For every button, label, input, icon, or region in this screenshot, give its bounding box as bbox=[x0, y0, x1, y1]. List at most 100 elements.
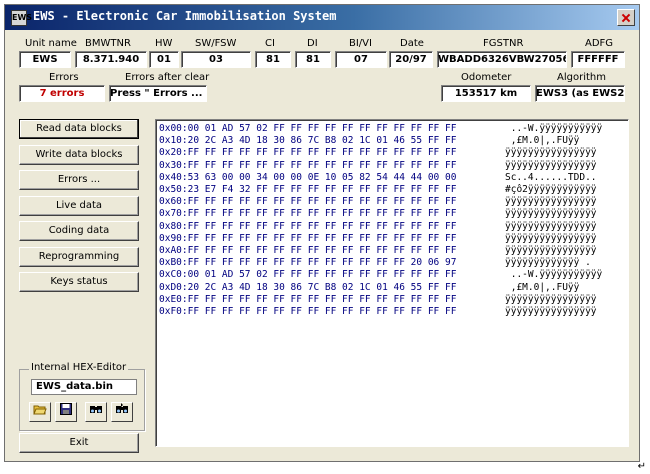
read-data-blocks-button[interactable]: Read data blocks bbox=[19, 119, 139, 139]
label-algorithm: Algorithm bbox=[557, 72, 606, 83]
hex-bytes[interactable]: FF FF FF FF FF FF FF FF FF FF FF FF FF F… bbox=[188, 208, 457, 219]
hex-ascii: ÿÿÿÿÿÿÿÿÿÿÿÿÿÿÿÿ bbox=[505, 196, 597, 208]
hex-bytes[interactable]: FF FF FF FF FF FF FF FF FF FF FF FF FF F… bbox=[188, 160, 457, 171]
find-icon[interactable] bbox=[85, 402, 107, 422]
label-date: Date bbox=[400, 38, 424, 49]
app-icon: EWS bbox=[11, 10, 32, 26]
write-data-blocks-button[interactable]: Write data blocks bbox=[19, 145, 139, 165]
hex-ascii: ÿÿÿÿÿÿÿÿÿÿÿÿÿÿÿÿ bbox=[505, 232, 597, 244]
hex-bytes[interactable]: 00 01 AD 57 02 FF FF FF FF FF FF FF FF F… bbox=[188, 269, 457, 280]
hex-ascii: #çô2ÿÿÿÿÿÿÿÿÿÿÿÿ bbox=[505, 184, 597, 195]
main-window: EWS EWS - Electronic Car Immobilisation … bbox=[4, 4, 640, 462]
hex-ascii: ÿÿÿÿÿÿÿÿÿÿÿÿÿ . bbox=[505, 257, 591, 269]
bi-vi-field: 07 bbox=[335, 51, 387, 68]
hex-address: 0xF0: bbox=[159, 306, 188, 317]
errors-after-clear-field: Press " Errors ... " bbox=[109, 85, 207, 102]
live-data-button[interactable]: Live data bbox=[19, 196, 139, 216]
reprogramming-button[interactable]: Reprogramming bbox=[19, 247, 139, 267]
hex-bytes[interactable]: FF FF FF FF FF FF FF FF FF FF FF FF FF F… bbox=[188, 147, 457, 158]
label-bi-vi: BI/VI bbox=[349, 38, 372, 49]
hex-row[interactable]: 0x30:FF FF FF FF FF FF FF FF FF FF FF FF… bbox=[159, 160, 625, 172]
filename-field[interactable]: EWS_data.bin bbox=[31, 379, 137, 395]
hex-bytes[interactable]: FF FF FF FF FF FF FF FF FF FF FF FF FF F… bbox=[188, 196, 457, 207]
coding-data-button[interactable]: Coding data bbox=[19, 221, 139, 241]
hex-row[interactable]: 0x20:FF FF FF FF FF FF FF FF FF FF FF FF… bbox=[159, 147, 625, 159]
hex-bytes[interactable]: FF FF FF FF FF FF FF FF FF FF FF FF FF F… bbox=[188, 221, 457, 232]
label-adfg: ADFG bbox=[585, 38, 614, 49]
hex-row[interactable]: 0xD0:20 2C A3 4D 18 30 86 7C B8 02 1C 01… bbox=[159, 282, 625, 294]
hex-ascii: ÿÿÿÿÿÿÿÿÿÿÿÿÿÿÿÿ bbox=[505, 208, 597, 220]
hex-row[interactable]: 0x60:FF FF FF FF FF FF FF FF FF FF FF FF… bbox=[159, 196, 625, 208]
hex-ascii: Sc..4......TDD.. bbox=[505, 171, 597, 183]
hex-ascii: ÿÿÿÿÿÿÿÿÿÿÿÿÿÿÿÿ bbox=[505, 220, 597, 232]
hex-bytes[interactable]: FF FF FF FF FF FF FF FF FF FF FF FF FF F… bbox=[188, 233, 457, 244]
hw-field: 01 bbox=[149, 51, 179, 68]
hex-row[interactable]: 0x70:FF FF FF FF FF FF FF FF FF FF FF FF… bbox=[159, 208, 625, 220]
hex-bytes[interactable]: 20 2C A3 4D 18 30 86 7C B8 02 1C 01 46 5… bbox=[188, 135, 457, 146]
hex-ascii: ,£M.0|,.FUÿÿ bbox=[505, 135, 580, 147]
hex-row[interactable]: 0xC0:00 01 AD 57 02 FF FF FF FF FF FF FF… bbox=[159, 269, 625, 281]
hex-address: 0x30: bbox=[159, 159, 188, 171]
exit-button[interactable]: Exit bbox=[19, 433, 139, 453]
label-errors-after-clear: Errors after clear bbox=[125, 72, 210, 83]
hex-address: 0x50: bbox=[159, 184, 188, 195]
bmwtnr-field: 8.371.940 bbox=[75, 51, 147, 68]
hex-row[interactable]: 0x00:00 01 AD 57 02 FF FF FF FF FF FF FF… bbox=[159, 123, 625, 135]
hex-bytes[interactable]: 00 01 AD 57 02 FF FF FF FF FF FF FF FF F… bbox=[188, 123, 457, 134]
hex-address: 0x80: bbox=[159, 220, 188, 232]
ci-field: 81 bbox=[255, 51, 291, 68]
label-fgstnr: FGSTNR bbox=[483, 38, 524, 49]
hex-address: 0x70: bbox=[159, 208, 188, 220]
unit-name-field: EWS bbox=[19, 51, 71, 68]
label-errors: Errors bbox=[49, 72, 79, 83]
save-icon[interactable] bbox=[55, 402, 77, 422]
hex-bytes[interactable]: FF FF FF FF FF FF FF FF FF FF FF FF FF F… bbox=[188, 306, 457, 317]
window-title: EWS - Electronic Car Immobilisation Syst… bbox=[33, 9, 337, 23]
hex-bytes[interactable]: FF FF FF FF FF FF FF FF FF FF FF FF FF F… bbox=[188, 294, 457, 305]
adfg-field: FFFFFF bbox=[571, 51, 625, 68]
hex-row[interactable]: 0xA0:FF FF FF FF FF FF FF FF FF FF FF FF… bbox=[159, 245, 625, 257]
hex-editor-title: Internal HEX-Editor bbox=[29, 362, 129, 373]
hex-address: 0xC0: bbox=[159, 269, 188, 281]
corner-mark: ↵ bbox=[637, 461, 646, 472]
date-field: 20/97 bbox=[389, 51, 433, 68]
hex-row[interactable]: 0x40:53 63 00 00 34 00 00 0E 10 05 82 54… bbox=[159, 172, 625, 184]
close-button[interactable] bbox=[617, 9, 635, 26]
hex-ascii: ÿÿÿÿÿÿÿÿÿÿÿÿÿÿÿÿ bbox=[505, 147, 597, 159]
hex-address: 0x10: bbox=[159, 135, 188, 147]
hex-address: 0xA0: bbox=[159, 245, 188, 256]
label-bmwtnr: BMWTNR bbox=[85, 38, 131, 49]
label-ci: CI bbox=[265, 38, 275, 49]
hex-view[interactable]: 0x00:00 01 AD 57 02 FF FF FF FF FF FF FF… bbox=[155, 119, 629, 447]
hex-row[interactable]: 0x50:23 E7 F4 32 FF FF FF FF FF FF FF FF… bbox=[159, 184, 625, 196]
find-next-icon[interactable] bbox=[111, 402, 133, 422]
open-icon[interactable] bbox=[29, 402, 51, 422]
errors-button[interactable]: Errors ... bbox=[19, 170, 139, 190]
hex-row[interactable]: 0xB0:FF FF FF FF FF FF FF FF FF FF FF FF… bbox=[159, 257, 625, 269]
hex-bytes[interactable]: FF FF FF FF FF FF FF FF FF FF FF FF FF 2… bbox=[188, 257, 457, 268]
hex-bytes[interactable]: 20 2C A3 4D 18 30 86 7C B8 02 1C 01 46 5… bbox=[188, 282, 457, 293]
hex-bytes[interactable]: FF FF FF FF FF FF FF FF FF FF FF FF FF F… bbox=[188, 245, 457, 256]
hex-address: 0x40: bbox=[159, 171, 188, 183]
hex-row[interactable]: 0x80:FF FF FF FF FF FF FF FF FF FF FF FF… bbox=[159, 221, 625, 233]
di-field: 81 bbox=[295, 51, 331, 68]
hex-ascii: ÿÿÿÿÿÿÿÿÿÿÿÿÿÿÿÿ bbox=[505, 293, 597, 305]
hex-row[interactable]: 0xE0:FF FF FF FF FF FF FF FF FF FF FF FF… bbox=[159, 294, 625, 306]
title-bar: EWS EWS - Electronic Car Immobilisation … bbox=[5, 5, 639, 30]
hex-row[interactable]: 0x90:FF FF FF FF FF FF FF FF FF FF FF FF… bbox=[159, 233, 625, 245]
errors-field: 7 errors bbox=[19, 85, 105, 102]
hex-row[interactable]: 0x10:20 2C A3 4D 18 30 86 7C B8 02 1C 01… bbox=[159, 135, 625, 147]
hex-address: 0x60: bbox=[159, 196, 188, 208]
hex-bytes[interactable]: 53 63 00 00 34 00 00 0E 10 05 82 54 44 4… bbox=[188, 172, 457, 183]
hex-row[interactable]: 0xF0:FF FF FF FF FF FF FF FF FF FF FF FF… bbox=[159, 306, 625, 318]
hex-address: 0x90: bbox=[159, 232, 188, 244]
label-hw: HW bbox=[155, 38, 173, 49]
hex-bytes[interactable]: 23 E7 F4 32 FF FF FF FF FF FF FF FF FF F… bbox=[188, 184, 457, 195]
label-odometer: Odometer bbox=[461, 72, 512, 83]
keys-status-button[interactable]: Keys status bbox=[19, 272, 139, 292]
sw-fsw-field: 03 bbox=[181, 51, 251, 68]
hex-address: 0xE0: bbox=[159, 293, 188, 305]
hex-ascii: ÿÿÿÿÿÿÿÿÿÿÿÿÿÿÿÿ bbox=[505, 159, 597, 171]
hex-ascii: ÿÿÿÿÿÿÿÿÿÿÿÿÿÿÿÿ bbox=[505, 245, 597, 256]
hex-ascii: ,£M.0|,.FUÿÿ bbox=[505, 281, 580, 293]
